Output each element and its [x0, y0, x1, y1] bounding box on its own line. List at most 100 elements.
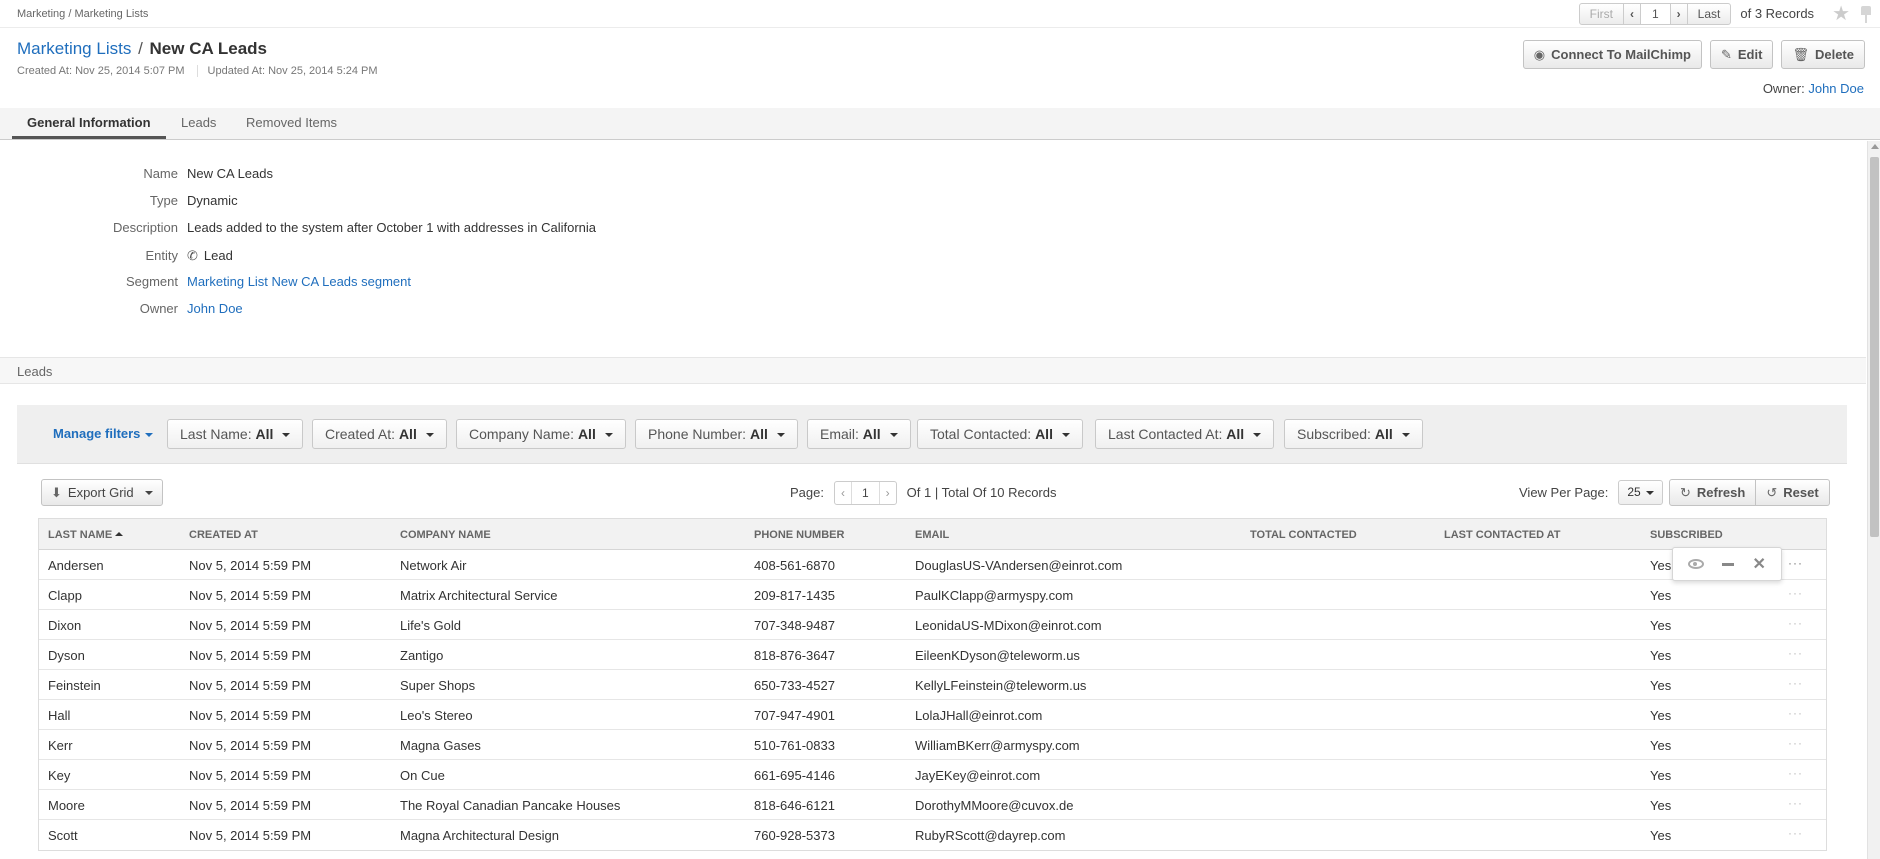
entity-text: Lead	[203, 248, 233, 263]
cell-subscribed: Yes	[1650, 768, 1672, 783]
view-eye-icon[interactable]	[1688, 559, 1705, 569]
cell-company-name: Magna Architectural Design	[400, 828, 559, 843]
filter-email[interactable]: Email: All	[807, 419, 911, 449]
manage-filters-button[interactable]: Manage filters	[53, 426, 154, 441]
info-row-description: Description Leads added to the system af…	[0, 220, 900, 240]
table-row[interactable]: Dyson Nov 5, 2014 5:59 PM Zantigo 818-876-3…	[39, 640, 1826, 670]
entity-label: Entity	[145, 248, 178, 263]
remove-minus-icon[interactable]	[1722, 562, 1735, 566]
column-header-email[interactable]: Email	[915, 529, 949, 541]
breadcrumb[interactable]: Marketing / Marketing Lists	[17, 8, 148, 20]
row-more-actions-icon[interactable]: ···	[1788, 796, 1803, 810]
cell-created-at: Nov 5, 2014 5:59 PM	[189, 618, 312, 633]
table-row[interactable]: Dixon Nov 5, 2014 5:59 PM Life's Gold 707-3…	[39, 610, 1826, 640]
page-scrollbar[interactable]	[1867, 141, 1880, 859]
next-page-icon[interactable]: ›	[880, 482, 896, 504]
row-more-actions-icon[interactable]: ···	[1788, 766, 1803, 780]
owner-field-link[interactable]: John Doe	[187, 301, 243, 316]
reset-label: Reset	[1783, 485, 1819, 500]
table-row[interactable]: Feinstein Nov 5, 2014 5:59 PM Super Shops 6…	[39, 670, 1826, 700]
cell-last-name: Andersen	[48, 558, 104, 573]
row-more-actions-icon[interactable]: ···	[1788, 826, 1803, 840]
prev-page-icon[interactable]: ‹	[835, 481, 852, 504]
column-header-company-name[interactable]: Company Name	[400, 529, 491, 541]
row-more-actions-icon[interactable]: ···	[1788, 736, 1803, 750]
edit-button[interactable]: ✎ Edit	[1709, 40, 1774, 69]
info-row-entity: Entity ✆ Lead	[0, 248, 900, 268]
filter-label: Phone Number:	[648, 426, 747, 442]
scroll-thumb[interactable]	[1870, 157, 1879, 537]
cell-last-name: Clapp	[48, 588, 82, 603]
column-header-last-contacted-at[interactable]: Last Contacted At	[1444, 529, 1561, 541]
table-row[interactable]: Key Nov 5, 2014 5:59 PM On Cue 661-695-4146…	[39, 760, 1826, 790]
filter-company-name[interactable]: Company Name: All	[456, 419, 626, 449]
row-more-actions-icon[interactable]: ···	[1788, 646, 1803, 660]
row-more-actions-icon[interactable]: ···	[1788, 556, 1803, 570]
type-label: Type	[149, 193, 178, 208]
chevron-down-icon	[889, 433, 898, 438]
chevron-down-icon	[144, 490, 153, 495]
cell-phone-number: 818-876-3647	[754, 648, 835, 663]
edit-icon: ✎	[1720, 46, 1732, 62]
table-row[interactable]: Clapp Nov 5, 2014 5:59 PM Matrix Architect…	[39, 580, 1826, 610]
top-bar: Marketing / Marketing Lists First ‹ 1 › …	[0, 0, 1880, 28]
column-header-last-name[interactable]: Last Name	[48, 529, 124, 541]
column-header-subscribed[interactable]: Subscribed	[1650, 529, 1723, 541]
pager-first-button[interactable]: First	[1580, 3, 1624, 24]
parent-list-link[interactable]: Marketing Lists	[17, 39, 131, 58]
tab-leads[interactable]: Leads	[181, 108, 216, 139]
segment-link[interactable]: Marketing List New CA Leads segment	[187, 274, 411, 289]
table-row[interactable]: Scott Nov 5, 2014 5:59 PM Magna Architectu…	[39, 820, 1826, 850]
cell-subscribed: Yes	[1650, 558, 1672, 573]
tab-removed-items[interactable]: Removed Items	[246, 108, 337, 139]
filter-created-at[interactable]: Created At: All	[312, 419, 447, 449]
tab-general-information[interactable]: General Information	[12, 108, 166, 139]
scroll-up-icon[interactable]	[1871, 144, 1879, 149]
row-more-actions-icon[interactable]: ···	[1788, 616, 1803, 630]
column-header-phone-number[interactable]: Phone Number	[754, 529, 844, 541]
view-per-page-select[interactable]: 25	[1618, 480, 1663, 505]
filter-subscribed[interactable]: Subscribed: All	[1284, 419, 1423, 449]
refresh-button[interactable]: ↻ Refresh	[1669, 479, 1757, 506]
row-actions-popup: ✕	[1672, 547, 1782, 581]
filter-last-name[interactable]: Last Name: All	[167, 419, 304, 449]
created-at: Created At: Nov 25, 2014 5:07 PM	[17, 65, 185, 77]
pin-icon[interactable]	[1860, 5, 1872, 23]
cell-subscribed: Yes	[1650, 648, 1672, 663]
row-more-actions-icon[interactable]: ···	[1788, 586, 1803, 600]
record-pager: First ‹ 1 › Last of 3 Records ★	[1578, 2, 1872, 25]
cell-company-name: Super Shops	[400, 678, 476, 693]
cell-phone-number: 707-348-9487	[754, 618, 835, 633]
filter-value: All	[749, 426, 768, 442]
page-input[interactable]: 1	[852, 481, 880, 504]
export-grid-button[interactable]: ⬇ Export Grid	[41, 479, 163, 506]
owner-link[interactable]: John Doe	[1808, 81, 1864, 96]
delete-button[interactable]: 🗑 Delete	[1781, 40, 1865, 69]
manage-filters-label: Manage filters	[53, 426, 141, 441]
table-row[interactable]: Kerr Nov 5, 2014 5:59 PM Magna Gases 510-76…	[39, 730, 1826, 760]
table-row[interactable]: Moore Nov 5, 2014 5:59 PM The Royal Canadi…	[39, 790, 1826, 820]
reset-button[interactable]: ↺ Reset	[1756, 479, 1830, 506]
connect-mailchimp-button[interactable]: ◉ Connect To MailChimp	[1522, 40, 1702, 69]
delete-label: Delete	[1814, 47, 1854, 62]
chevron-down-icon	[1061, 433, 1070, 438]
cell-phone-number: 818-646-6121	[754, 798, 835, 813]
column-header-created-at[interactable]: Created At	[189, 529, 258, 541]
favorite-star-icon[interactable]: ★	[1832, 4, 1850, 24]
pager-next-icon[interactable]: ›	[1671, 3, 1688, 24]
filter-phone-number[interactable]: Phone Number: All	[635, 419, 798, 449]
cell-email: DorothyMMoore@cuvox.de	[915, 798, 1074, 813]
table-row[interactable]: Andersen Nov 5, 2014 5:59 PM Network Air 40…	[39, 550, 1826, 580]
chevron-down-icon	[1253, 433, 1262, 438]
updated-at: Updated At: Nov 25, 2014 5:24 PM	[207, 65, 378, 77]
pager-last-button[interactable]: Last	[1688, 4, 1731, 24]
pager-prev-icon[interactable]: ‹	[1624, 3, 1641, 24]
filter-last-contacted-at[interactable]: Last Contacted At: All	[1095, 419, 1275, 449]
column-header-total-contacted[interactable]: Total Contacted	[1250, 529, 1357, 541]
row-more-actions-icon[interactable]: ···	[1788, 706, 1803, 720]
close-icon[interactable]: ✕	[1752, 554, 1765, 574]
row-more-actions-icon[interactable]: ···	[1788, 676, 1803, 690]
filter-total-contacted[interactable]: Total Contacted: All	[917, 419, 1083, 449]
cell-email: WilliamBKerr@armyspy.com	[915, 738, 1080, 753]
table-row[interactable]: Hall Nov 5, 2014 5:59 PM Leo's Stereo 707-9…	[39, 700, 1826, 730]
